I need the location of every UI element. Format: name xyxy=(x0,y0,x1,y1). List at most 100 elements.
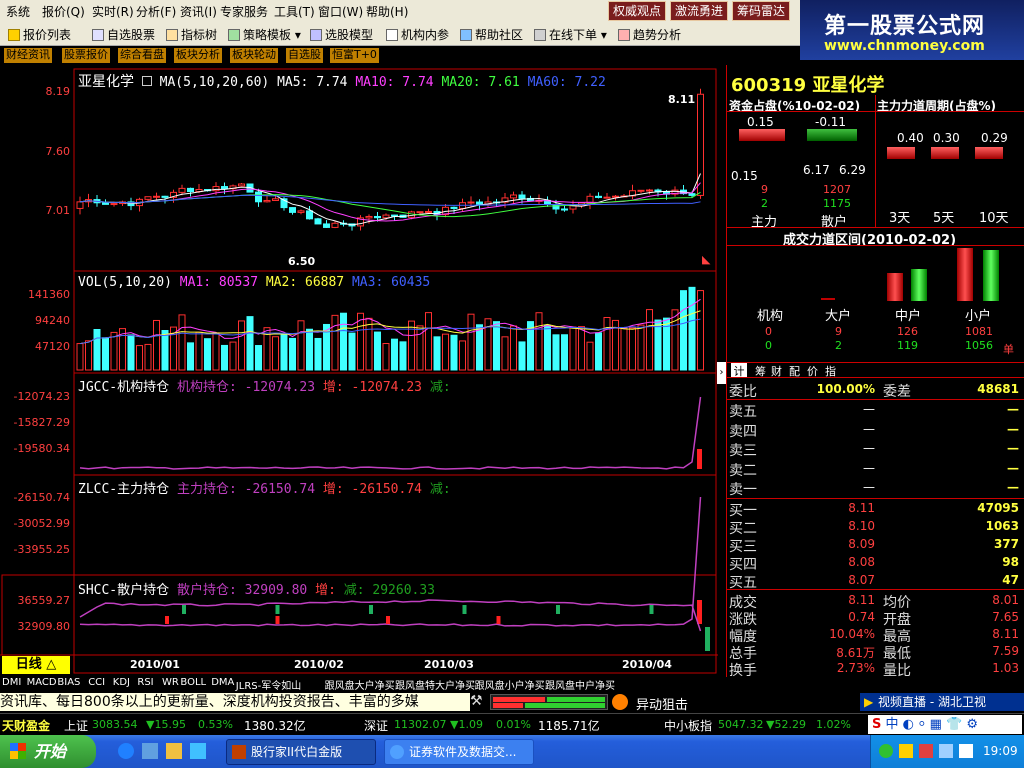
menu-info[interactable]: 资讯(I) xyxy=(180,3,217,20)
indicator-tab[interactable]: KDJ xyxy=(113,677,130,688)
menu-realtime[interactable]: 实时(R) xyxy=(92,3,134,20)
menu-window[interactable]: 窗口(W) xyxy=(318,3,363,20)
taskbar-window-stock[interactable]: 股行家II代白金版 xyxy=(226,739,376,765)
quote-tabs: 计 筹 财 配 价 指 xyxy=(727,362,1024,378)
indicator-tab[interactable]: BOLL xyxy=(180,677,206,688)
chart-area[interactable]: 亚星化学 MA(5,10,20,60) MA5: 7.74 MA10: 7.74… xyxy=(0,65,718,677)
tray-icon[interactable] xyxy=(879,744,893,758)
index-sz-name[interactable]: 深证 xyxy=(364,717,388,734)
menu-analysis[interactable]: 分析(F) xyxy=(136,3,176,20)
indicator-tab[interactable]: JLRS-军令如山 xyxy=(236,677,301,692)
indicator-bar: DMI MACD BIAS CCI KDJ RSI WR BOLL DMA JLRS-军令如山 跟风… xyxy=(0,677,726,692)
volume-bar xyxy=(280,333,288,371)
tab-sector-analysis[interactable]: 板块分析 xyxy=(174,48,222,63)
help-community-button[interactable]: 帮助社区 xyxy=(460,26,523,43)
start-button[interactable]: 开始 xyxy=(0,735,96,768)
indicator-tab[interactable]: WR xyxy=(162,677,179,688)
period-selector[interactable]: 日线 △ xyxy=(2,656,70,674)
tray-icon[interactable] xyxy=(899,744,913,758)
panel-toggle-button[interactable]: › xyxy=(717,362,726,384)
index-sz-pct: 0.01% xyxy=(496,718,531,731)
date-tick: 2010/01 xyxy=(130,658,180,671)
index-sh-name[interactable]: 上证 xyxy=(64,717,88,734)
tab-chips[interactable]: 筹 xyxy=(755,363,766,379)
stock-picker-button[interactable]: 选股模型 xyxy=(310,26,373,43)
menu-tools[interactable]: 工具(T) xyxy=(274,3,315,20)
divider xyxy=(727,111,1024,112)
tools-icon[interactable]: ⚒ xyxy=(470,693,488,711)
vol-pane-title: VOL(5,10,20) MA1: 80537 MA2: 66887 MA3: … xyxy=(78,275,431,290)
indicator-tree-button[interactable]: 指标树 xyxy=(166,26,217,43)
index-zx-name[interactable]: 中小板指 xyxy=(664,717,712,734)
indicator-tab[interactable]: CCI xyxy=(88,677,105,688)
indicator-tab[interactable]: RSI xyxy=(137,677,153,688)
tab-finance[interactable]: 财 xyxy=(771,363,782,379)
strategy-template-button[interactable]: 策略模板 ▾ xyxy=(228,26,301,43)
tab-index[interactable]: 指 xyxy=(825,363,836,379)
pane-settings-icon[interactable] xyxy=(141,76,152,86)
indicator-tab[interactable]: DMA xyxy=(211,677,234,688)
range-red: 126 xyxy=(897,325,918,338)
indicator-tab[interactable]: DMI xyxy=(2,677,21,688)
input-method-bar[interactable]: S 中 ◐ ⸰ ▦ 👕 ⚙ xyxy=(868,715,1022,734)
chip-radar-button[interactable]: 筹码雷达 xyxy=(732,1,790,21)
indicator-tab[interactable]: 跟风盘大户净买 xyxy=(325,677,395,692)
tab-calc[interactable]: 计 xyxy=(731,363,747,378)
candle-body xyxy=(561,208,568,211)
volume-bar xyxy=(688,286,696,371)
tab-t0[interactable]: 恒富T+0 xyxy=(330,48,379,63)
indicator-tab[interactable]: 跟风盘特大户净买 xyxy=(395,677,475,692)
vol-ytick: 47120 xyxy=(35,340,70,353)
ie-icon[interactable] xyxy=(118,743,134,759)
chart-icon xyxy=(166,29,178,41)
quote-value: 10.04% xyxy=(829,627,875,641)
favorites-button[interactable]: 自选股票 xyxy=(92,26,155,43)
candle-body xyxy=(306,210,313,220)
video-live-button[interactable]: ▶ 视频直播 - 湖北卫视 xyxy=(860,693,1024,711)
explorer-icon[interactable] xyxy=(166,743,182,759)
volume-bar xyxy=(493,321,500,371)
volume-bar xyxy=(637,324,645,371)
authority-view-button[interactable]: 权威观点 xyxy=(608,1,666,21)
torrent-button[interactable]: 激流勇进 xyxy=(670,1,728,21)
volume-bar xyxy=(297,320,305,371)
anomaly-sniper-button[interactable]: 异动狙击 xyxy=(636,694,688,713)
tab-price[interactable]: 价 xyxy=(807,363,818,379)
indicator-tab[interactable]: 跟风盘中户净买 xyxy=(545,677,615,692)
taskbar-window-browser[interactable]: 证券软件及数据交... xyxy=(384,739,534,765)
institution-ref-button[interactable]: 机构内参 xyxy=(386,26,449,43)
menu-expert[interactable]: 专家服务 xyxy=(220,3,268,20)
news-ticker[interactable]: 资讯库、每日800条以上的更新量、深度机构投资报告、丰富的多媒 xyxy=(0,693,470,711)
menu-system[interactable]: 系统 xyxy=(6,3,30,20)
divider xyxy=(727,245,1024,246)
trend-analysis-button[interactable]: 趋势分析 xyxy=(618,26,681,43)
indicator-tab[interactable]: 跟风盘小户净买 xyxy=(475,677,545,692)
menu-help[interactable]: 帮助(H) xyxy=(366,3,408,20)
range-label: 机构 xyxy=(757,309,784,324)
order-volume: — xyxy=(1007,460,1019,475)
vol-ytick: 94240 xyxy=(35,314,70,327)
tab-sector-rotation[interactable]: 板块轮动 xyxy=(230,48,278,63)
tray-icon[interactable] xyxy=(919,744,933,758)
tab-overview[interactable]: 综合看盘 xyxy=(118,48,166,63)
tab-allot[interactable]: 配 xyxy=(789,363,800,379)
media-icon[interactable] xyxy=(190,743,206,759)
volume-bar xyxy=(646,309,653,371)
tab-my-stocks[interactable]: 自选股 xyxy=(286,48,323,63)
quote-list-button[interactable]: 报价列表 xyxy=(8,26,71,43)
indicator-bar xyxy=(697,449,702,469)
indicator-tab[interactable]: MACD xyxy=(27,677,57,688)
tab-finance-news[interactable]: 财经资讯 xyxy=(4,48,52,63)
volume-bar xyxy=(501,336,509,371)
tab-stock-quotes[interactable]: 股票报价 xyxy=(62,48,110,63)
zlcc-pane-title: ZLCC-主力持仓 主力持仓: -26150.74 增: -26150.74 减… xyxy=(78,482,451,497)
index-sh-value: 3083.54 xyxy=(92,718,138,731)
tray-icon[interactable] xyxy=(959,744,973,758)
desktop-icon[interactable] xyxy=(142,743,158,759)
tray-icon[interactable] xyxy=(939,744,953,758)
indicator-tab[interactable]: BIAS xyxy=(57,677,80,688)
volume-bar xyxy=(85,340,92,371)
shcc-pane-title: SHCC-散户持仓 散户持仓: 32909.80 增: 减: 29260.33 xyxy=(78,583,436,598)
menu-quote[interactable]: 报价(Q) xyxy=(42,3,85,20)
online-order-button[interactable]: 在线下单 ▾ xyxy=(534,26,607,43)
